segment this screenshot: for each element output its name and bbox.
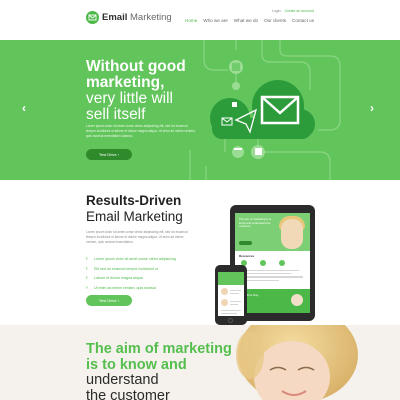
hero-test-drive-button[interactable]: Test Drive › (86, 149, 132, 160)
feature-icon (279, 260, 285, 266)
tablet-icon-row (241, 260, 285, 266)
avatar (291, 294, 303, 306)
nav-item-contact-us[interactable]: Contact us (292, 18, 314, 24)
brand-logo[interactable]: Email Marketing (102, 11, 172, 24)
avatar (221, 299, 228, 306)
aim-section: The aim of marketing is to know and unde… (0, 325, 400, 400)
tablet-hero: The aim of marketing is to know and unde… (235, 213, 310, 251)
tablet-hero-title: The aim of marketing is to know and unde… (239, 217, 272, 229)
site-header: Email Marketing Login Create an account … (0, 0, 400, 40)
nav-item-home[interactable]: Home (185, 18, 197, 24)
tablet-text-lines (239, 270, 306, 283)
list-item: Lorem ipsum dolor sit amet conse ctetur … (86, 255, 176, 265)
aim-title: The aim of marketing is to know and unde… (86, 341, 232, 400)
avatar (221, 288, 228, 295)
slider-prev-arrow[interactable]: ‹ (22, 102, 26, 114)
brand-name-bold: Email (102, 12, 128, 23)
mini-user-icon (232, 102, 237, 107)
results-test-drive-button[interactable]: Test Drive › (86, 295, 132, 306)
hero-slider: Without good marketing, very little will… (0, 40, 400, 180)
woman-face-shape (281, 219, 303, 249)
feature-icon (260, 260, 266, 266)
chevron-right-icon: › (117, 152, 120, 157)
list-item: Labore et dolore magna aliqua (86, 274, 176, 284)
results-description: Lorem ipsum dolor sit amet conse ctetur … (86, 230, 188, 245)
list-item: Ut enim ad minim veniam, quis nostrud (86, 284, 176, 294)
register-link[interactable]: Create an account (285, 9, 314, 13)
phone-hero (218, 272, 244, 285)
results-title: Results-Driven Email Marketing (86, 193, 183, 224)
slider-next-arrow[interactable]: › (370, 102, 374, 114)
top-links: Login Create an account (272, 9, 314, 13)
home-button-icon (228, 318, 233, 323)
envelope-logo-icon[interactable] (86, 11, 99, 24)
nav-item-who-we-are[interactable]: Who we are (203, 18, 228, 24)
chevron-right-icon: › (117, 298, 120, 303)
phone-mockup (215, 265, 247, 325)
login-link[interactable]: Login (272, 9, 281, 13)
tablet-resources-heading: Resources (239, 254, 255, 258)
list-item: Elit sed do eiusmod tempor incididunt ut (86, 265, 176, 275)
phone-screen (218, 272, 244, 316)
brand-name-light: Marketing (127, 12, 172, 23)
results-section: Results-Driven Email Marketing Lorem ips… (0, 180, 400, 325)
main-nav: Home Who we are What we do Our clients C… (185, 18, 314, 24)
tablet-button (239, 241, 252, 245)
nav-item-what-we-do[interactable]: What we do (234, 18, 258, 24)
hero-title: Without good marketing, very little will… (86, 58, 186, 123)
hero-description: Lorem ipsum dolor sit amet conse ctetur … (86, 124, 196, 139)
results-feature-list: Lorem ipsum dolor sit amet conse ctetur … (86, 255, 176, 293)
nav-item-our-clients[interactable]: Our clients (264, 18, 286, 24)
